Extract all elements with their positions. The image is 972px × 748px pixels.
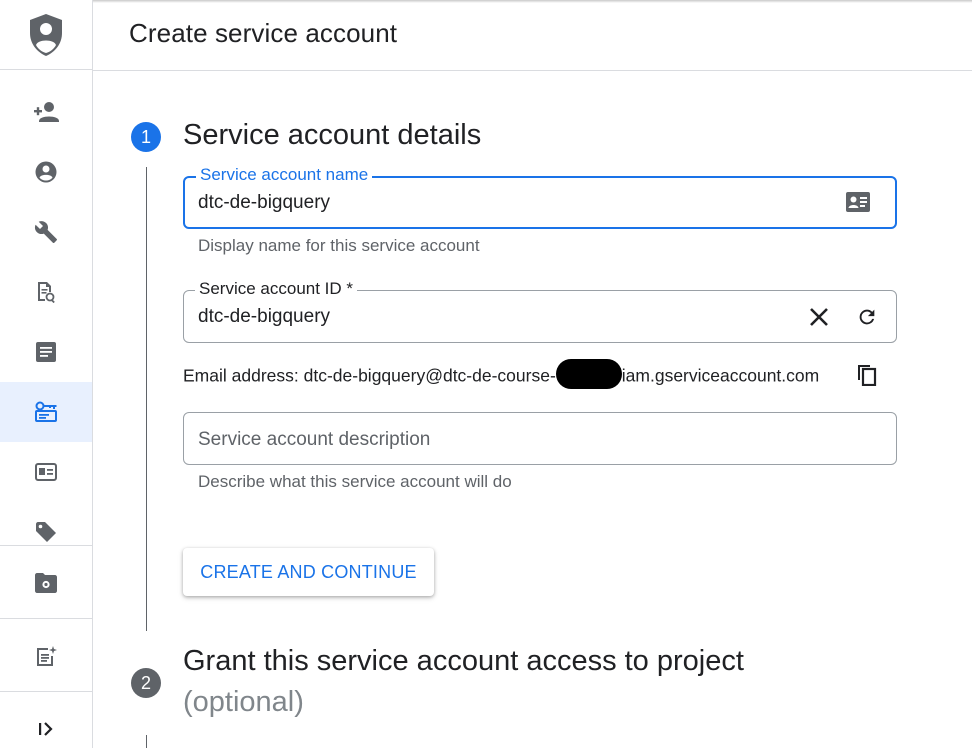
step-connector-line [146, 167, 147, 631]
email-address-suffix: iam.gserviceaccount.com [621, 365, 820, 386]
service-account-description-hint: Describe what this service account will … [198, 472, 512, 491]
service-account-id-field[interactable]: Service account ID * dtc-de-bigquery [183, 279, 897, 343]
email-address: Email address: dtc-de-bigquery@dtc-de-co… [183, 359, 820, 389]
create-and-continue-button[interactable]: CREATE AND CONTINUE [183, 548, 434, 596]
service-account-description-placeholder[interactable]: Service account description [198, 428, 430, 452]
account-circle-icon [35, 161, 57, 183]
redaction-mark [555, 359, 622, 389]
clear-icon[interactable] [806, 304, 832, 330]
sidebar-item-policy-troubleshooter[interactable] [0, 262, 92, 322]
service-account-id-value[interactable]: dtc-de-bigquery [198, 305, 330, 329]
id-card-icon [35, 463, 57, 481]
step-2-indicator: 2 [131, 668, 161, 698]
sidebar-divider [0, 691, 92, 692]
sidebar [0, 0, 93, 748]
sidebar-item-workload-identity[interactable] [0, 442, 92, 502]
service-accounts-icon [35, 401, 57, 422]
service-account-name-field[interactable]: Service account name dtc-de-bigquery [183, 165, 897, 229]
sidebar-item-manage-resources[interactable] [0, 553, 92, 613]
sidebar-item-policy-analyzer[interactable] [0, 322, 92, 382]
sidebar-item-iam[interactable] [0, 82, 92, 142]
step-connector-line [146, 735, 147, 748]
add-person-icon [34, 102, 59, 122]
policy-doc-icon [38, 282, 55, 303]
step-1-indicator: 1 [131, 122, 161, 152]
folder-settings-icon [35, 573, 57, 593]
page-header: Create service account [93, 0, 972, 71]
email-address-prefix: Email address: dtc-de-bigquery@dtc-de-co… [183, 365, 556, 386]
sidebar-logo[interactable] [0, 0, 92, 70]
contact-card-icon [846, 192, 870, 212]
service-account-name-value[interactable]: dtc-de-bigquery [198, 191, 330, 215]
sidebar-item-settings[interactable] [0, 202, 92, 262]
tag-icon [36, 522, 56, 542]
sidebar-item-service-accounts[interactable] [0, 382, 92, 442]
service-account-id-label: Service account ID * [195, 279, 358, 299]
page-title: Create service account [129, 18, 398, 48]
sidebar-item-identity[interactable] [0, 142, 92, 202]
release-notes-icon [37, 646, 57, 666]
article-icon [36, 342, 56, 362]
sidebar-expand-button[interactable] [0, 699, 92, 748]
sidebar-divider [0, 618, 92, 619]
wrench-icon [34, 221, 57, 243]
sidebar-item-release-notes[interactable] [0, 626, 92, 686]
service-account-description-field[interactable]: Service account description [183, 412, 897, 465]
expand-menu-icon [39, 722, 53, 736]
step-2-title[interactable]: Grant this service account access to pro… [183, 645, 744, 678]
service-account-name-label: Service account name [196, 165, 373, 185]
step-2-subtitle: (optional) [183, 686, 304, 718]
service-account-name-hint: Display name for this service account [198, 236, 480, 255]
sidebar-divider [0, 545, 92, 546]
copy-icon[interactable] [855, 362, 879, 388]
step-1-title: Service account details [183, 119, 482, 151]
iam-shield-icon [30, 13, 62, 56]
refresh-icon[interactable] [854, 304, 880, 330]
